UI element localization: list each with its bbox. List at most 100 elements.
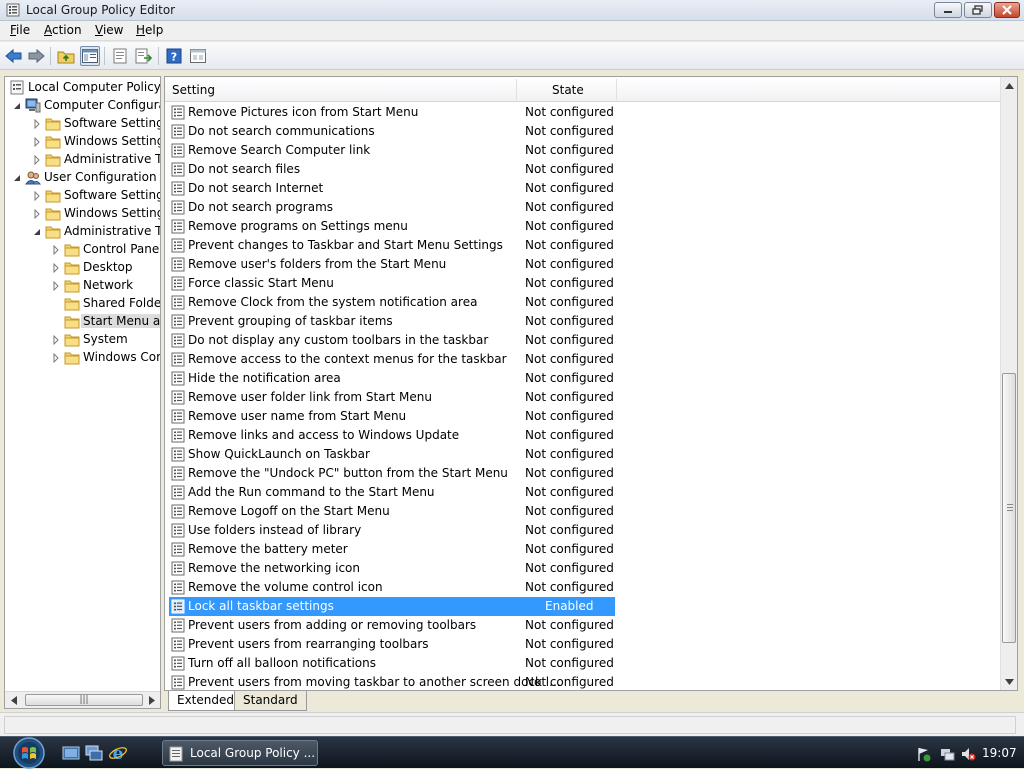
setting-row[interactable]: Turn off all balloon notifications Not co…: [169, 654, 615, 673]
menu-file[interactable]: File: [10, 23, 30, 37]
show-hide-tree-button[interactable]: [80, 46, 100, 66]
expand-arrow-icon[interactable]: [33, 137, 41, 147]
scrollbar-thumb[interactable]: [1002, 373, 1016, 643]
setting-row[interactable]: Prevent grouping of taskbar items Not con…: [169, 312, 615, 331]
setting-row[interactable]: Remove the battery meter Not configured: [169, 540, 615, 559]
up-folder-button[interactable]: [56, 46, 76, 66]
export-list-button[interactable]: [134, 46, 154, 66]
collapse-arrow-icon[interactable]: [13, 101, 21, 111]
expand-arrow-icon[interactable]: [33, 155, 41, 165]
setting-row[interactable]: Do not display any custom toolbars in th…: [169, 331, 615, 350]
scroll-right-arrow-icon[interactable]: [148, 696, 156, 705]
column-state[interactable]: State: [552, 83, 584, 97]
title-bar[interactable]: Local Group Policy Editor: [0, 0, 1024, 21]
policy-setting-icon: [171, 143, 185, 158]
setting-row[interactable]: Remove Clock from the system notificatio…: [169, 293, 615, 312]
clock[interactable]: 19:07: [982, 746, 1017, 760]
expand-arrow-icon[interactable]: [33, 191, 41, 201]
menu-action[interactable]: Action: [44, 23, 82, 37]
window-title: Local Group Policy Editor: [26, 3, 176, 17]
restore-button[interactable]: [964, 2, 992, 18]
setting-row[interactable]: Do not search communications Not configur…: [169, 122, 615, 141]
setting-name: Prevent users from rearranging toolbars: [188, 637, 429, 651]
setting-row[interactable]: Prevent changes to Taskbar and Start Men…: [169, 236, 615, 255]
taskbar-button-label: Local Group Policy ...: [190, 746, 316, 760]
setting-name: Turn off all balloon notifications: [188, 656, 376, 670]
properties-button[interactable]: [110, 46, 130, 66]
tree-item-label: Network: [83, 278, 134, 292]
setting-state: Not configured: [525, 276, 614, 290]
setting-row[interactable]: Remove the networking icon Not configured: [169, 559, 615, 578]
expand-arrow-icon[interactable]: [33, 209, 41, 219]
setting-row[interactable]: Remove user's folders from the Start Men…: [169, 255, 615, 274]
folder-icon: [45, 118, 61, 131]
setting-row[interactable]: Force classic Start Menu Not configured: [169, 274, 615, 293]
expand-arrow-icon[interactable]: [52, 245, 60, 255]
setting-row[interactable]: Remove user name from Start Menu Not conf…: [169, 407, 615, 426]
setting-row[interactable]: Remove Search Computer link Not configure…: [169, 141, 615, 160]
expand-arrow-icon[interactable]: [52, 335, 60, 345]
action-center-flag-icon[interactable]: [916, 746, 932, 762]
setting-row[interactable]: Add the Run command to the Start Menu Not…: [169, 483, 615, 502]
close-button[interactable]: [994, 2, 1020, 18]
tree-horizontal-scrollbar[interactable]: |||: [5, 691, 160, 708]
menu-view[interactable]: View: [95, 23, 123, 37]
setting-row[interactable]: Remove Logoff on the Start Menu Not confi…: [169, 502, 615, 521]
setting-row[interactable]: Do not search files Not configured: [169, 160, 615, 179]
collapse-arrow-icon[interactable]: [13, 173, 21, 183]
setting-row[interactable]: Remove the volume control icon Not config…: [169, 578, 615, 597]
setting-row[interactable]: Prevent users from adding or removing to…: [169, 616, 615, 635]
tab-extended[interactable]: Extended: [168, 691, 243, 711]
column-divider[interactable]: [516, 79, 517, 100]
setting-row[interactable]: Remove programs on Settings menu Not conf…: [169, 217, 615, 236]
policy-setting-icon: [171, 371, 185, 386]
setting-row[interactable]: Remove links and access to Windows Updat…: [169, 426, 615, 445]
console-tree[interactable]: Local Computer Policy Computer Configurat…: [4, 76, 161, 709]
setting-row[interactable]: Remove user folder link from Start Menu N…: [169, 388, 615, 407]
setting-row[interactable]: Remove access to the context menus for t…: [169, 350, 615, 369]
setting-row[interactable]: Prevent users from moving taskbar to ano…: [169, 673, 615, 690]
tab-standard[interactable]: Standard: [234, 691, 307, 711]
menu-help[interactable]: Help: [136, 23, 163, 37]
setting-name: Remove programs on Settings menu: [188, 219, 408, 233]
setting-row[interactable]: Use folders instead of library Not config…: [169, 521, 615, 540]
setting-row[interactable]: Do not search Internet Not configured: [169, 179, 615, 198]
expand-arrow-icon[interactable]: [52, 263, 60, 273]
scroll-up-arrow-icon[interactable]: [1005, 82, 1014, 90]
status-bar: [0, 712, 1024, 736]
expand-arrow-icon[interactable]: [33, 119, 41, 129]
switch-windows-icon[interactable]: [84, 743, 104, 763]
scroll-down-arrow-icon[interactable]: [1005, 678, 1014, 686]
setting-row[interactable]: Lock all taskbar settings Enabled: [169, 597, 615, 616]
toolbar-separator: [158, 47, 159, 65]
back-button[interactable]: [4, 46, 24, 66]
setting-row[interactable]: Do not search programs Not configured: [169, 198, 615, 217]
internet-explorer-icon[interactable]: e: [108, 743, 128, 763]
setting-row[interactable]: Show QuickLaunch on Taskbar Not configure…: [169, 445, 615, 464]
setting-row[interactable]: Remove the "Undock PC" button from the S…: [169, 464, 615, 483]
column-divider[interactable]: [616, 79, 617, 100]
volume-muted-icon[interactable]: [960, 746, 976, 762]
details-pane[interactable]: Setting State Remove Pictures icon from …: [164, 76, 1018, 691]
policy-setting-icon: [171, 200, 185, 215]
setting-row[interactable]: Remove Pictures icon from Start Menu Not …: [169, 103, 615, 122]
console-button[interactable]: [188, 46, 208, 66]
expand-arrow-icon[interactable]: [52, 353, 60, 363]
network-icon[interactable]: [940, 746, 956, 762]
setting-name: Use folders instead of library: [188, 523, 362, 537]
policy-setting-icon: [171, 542, 185, 557]
setting-row[interactable]: Hide the notification area Not configured: [169, 369, 615, 388]
collapse-arrow-icon[interactable]: [33, 227, 41, 237]
scrollbar-thumb[interactable]: |||: [25, 694, 143, 706]
expand-arrow-icon[interactable]: [52, 281, 60, 291]
start-orb-icon[interactable]: [8, 737, 50, 769]
taskbar-button-group-policy[interactable]: Local Group Policy ...: [162, 740, 318, 766]
show-desktop-icon[interactable]: [62, 743, 82, 763]
vertical-scrollbar[interactable]: [1000, 77, 1017, 690]
forward-button[interactable]: [26, 46, 46, 66]
setting-row[interactable]: Prevent users from rearranging toolbars N…: [169, 635, 615, 654]
scroll-left-arrow-icon[interactable]: [10, 696, 18, 705]
minimize-button[interactable]: [934, 2, 962, 18]
help-button[interactable]: ?: [164, 46, 184, 66]
column-setting[interactable]: Setting: [172, 83, 215, 97]
